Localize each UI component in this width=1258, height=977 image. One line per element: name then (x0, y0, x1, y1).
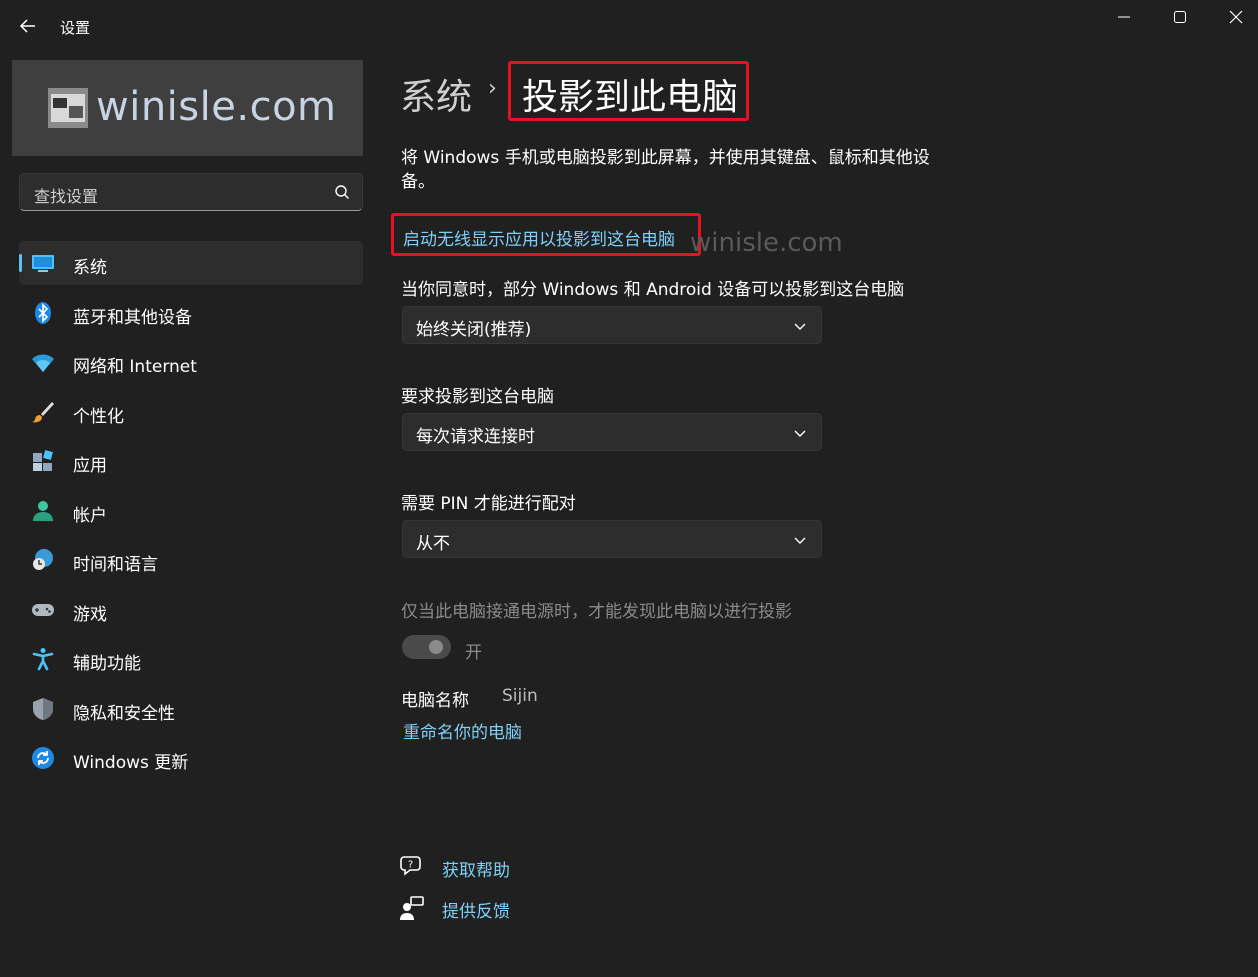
breadcrumb-parent[interactable]: 系统 (400, 68, 472, 120)
dropdown-value: 每次请求连接时 (416, 427, 535, 447)
sidebar-item-bluetooth[interactable]: 蓝牙和其他设备 (19, 291, 363, 335)
back-button[interactable] (16, 14, 40, 38)
sidebar-item-system[interactable]: 系统 (19, 241, 363, 285)
maximize-button[interactable] (1152, 0, 1208, 34)
close-button[interactable] (1208, 0, 1258, 34)
gamepad-icon (32, 604, 54, 616)
power-setting-label: 仅当此电脑接通电源时，才能发现此电脑以进行投影 (401, 602, 792, 622)
winisle-logo-icon (48, 88, 88, 128)
availability-dropdown[interactable]: 始终关闭(推荐) (402, 306, 822, 344)
svg-text:?: ? (408, 860, 413, 871)
banner-text: winisle.com (96, 84, 337, 130)
sidebar-item-label: 网络和 Internet (73, 357, 197, 377)
globe-clock-icon (33, 549, 53, 570)
wifi-icon (32, 354, 54, 372)
sidebar-item-accessibility[interactable]: 辅助功能 (19, 637, 363, 681)
close-icon (1229, 10, 1243, 24)
power-toggle[interactable] (402, 635, 451, 659)
chevron-down-icon (794, 537, 806, 544)
feedback-icon (400, 896, 424, 920)
power-toggle-label: 开 (465, 643, 482, 663)
sidebar-item-accounts[interactable]: 帐户 (19, 489, 363, 533)
apps-icon (33, 450, 53, 471)
page-description: 将 Windows 手机或电脑投影到此屏幕，并使用其键盘、鼠标和其他设备。 (401, 148, 930, 192)
sidebar-item-label: 蓝牙和其他设备 (73, 308, 192, 328)
sidebar-item-label: 时间和语言 (73, 555, 158, 575)
back-arrow-icon (19, 19, 35, 33)
bluetooth-icon (35, 302, 51, 324)
help-icon: ? (400, 856, 421, 876)
sidebar-item-label: 隐私和安全性 (73, 704, 175, 724)
watermark: winisle.com (690, 228, 843, 258)
sidebar-item-privacy[interactable]: 隐私和安全性 (19, 687, 363, 731)
search-input[interactable]: 查找设置 (19, 173, 363, 211)
sidebar-item-apps[interactable]: 应用 (19, 439, 363, 483)
display-icon (32, 255, 54, 272)
sidebar-item-label: 辅助功能 (73, 654, 141, 674)
sidebar-item-label: 应用 (73, 456, 107, 476)
brush-icon (32, 402, 54, 423)
sidebar-item-time-language[interactable]: 时间和语言 (19, 538, 363, 582)
sidebar-item-label: Windows 更新 (73, 753, 189, 773)
breadcrumb-separator: › (488, 76, 497, 101)
setting-label-ask-to-project: 要求投影到这台电脑 (401, 387, 554, 407)
setting-label-require-pin: 需要 PIN 才能进行配对 (401, 494, 576, 514)
app-title: 设置 (60, 19, 91, 37)
sidebar-item-label: 帐户 (73, 506, 107, 526)
search-placeholder: 查找设置 (34, 187, 99, 206)
shield-icon (33, 698, 53, 720)
dropdown-value: 从不 (416, 534, 450, 554)
dropdown-value: 始终关闭(推荐) (416, 320, 532, 340)
rename-pc-link[interactable]: 重命名你的电脑 (403, 718, 522, 743)
sidebar-item-network[interactable]: 网络和 Internet (19, 340, 363, 384)
ask-to-project-dropdown[interactable]: 每次请求连接时 (402, 413, 822, 451)
accessibility-icon (32, 648, 54, 671)
require-pin-dropdown[interactable]: 从不 (402, 520, 822, 558)
launch-wireless-display-link[interactable]: 启动无线显示应用以投影到这台电脑 (403, 225, 675, 250)
account-icon (33, 501, 53, 521)
minimize-icon (1118, 16, 1130, 18)
update-icon (32, 747, 54, 769)
sidebar-item-personalization[interactable]: 个性化 (19, 390, 363, 434)
chevron-down-icon (794, 323, 806, 330)
page-title: 投影到此电脑 (522, 77, 739, 118)
toggle-knob (429, 640, 443, 654)
chevron-down-icon (794, 430, 806, 437)
pc-name-label: 电脑名称 (401, 691, 469, 711)
pc-name-value: Sijin (502, 686, 538, 706)
active-indicator (19, 254, 22, 272)
minimize-button[interactable] (1096, 0, 1152, 34)
sidebar-item-label: 系统 (73, 258, 107, 278)
sidebar-item-gaming[interactable]: 游戏 (19, 588, 363, 632)
feedback-link[interactable]: 提供反馈 (442, 897, 510, 922)
search-icon (335, 185, 349, 199)
maximize-icon (1174, 11, 1186, 23)
sidebar-item-label: 游戏 (73, 605, 107, 625)
setting-label-availability: 当你同意时，部分 Windows 和 Android 设备可以投影到这台电脑 (401, 280, 905, 300)
get-help-link[interactable]: 获取帮助 (442, 856, 510, 881)
sidebar-item-label: 个性化 (73, 407, 124, 427)
sidebar-item-windows-update[interactable]: Windows 更新 (19, 736, 363, 780)
